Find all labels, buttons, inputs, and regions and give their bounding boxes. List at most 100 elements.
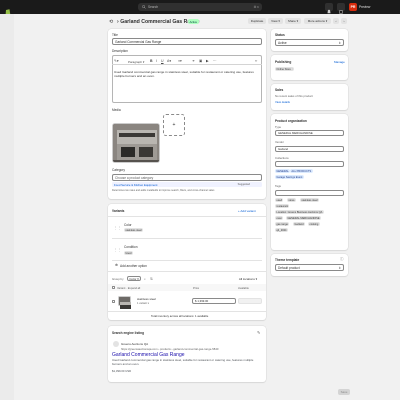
magic-icon[interactable]: ✎▾ [114, 59, 119, 63]
title-arrow-icon: › [117, 19, 119, 25]
status-value: Active [278, 40, 287, 45]
tag-chip[interactable]: Garland [293, 222, 306, 227]
share-label: Share [287, 19, 296, 23]
tag-chip[interactable]: cooking [308, 222, 320, 227]
media-label: Media [112, 108, 121, 112]
category-suggestion[interactable]: Food Service & Kitchen Equipment Suggest… [112, 182, 262, 187]
variants-divider [108, 216, 266, 217]
all-locations-select[interactable]: All locations ▾ [234, 276, 262, 281]
group-by-select[interactable]: Color ▾ [127, 276, 141, 281]
tags-field[interactable] [275, 190, 344, 196]
category-select[interactable]: Choose a product category [112, 174, 262, 181]
suggested-badge: Suggested [237, 182, 250, 186]
shopify-logo-icon[interactable] [4, 3, 12, 15]
group-by-value: Color [129, 276, 137, 281]
vendor-field[interactable]: Garland [275, 146, 344, 152]
info-icon[interactable]: ⓘ [340, 257, 344, 262]
theme-template-select[interactable]: Default product ⇕ [275, 264, 344, 271]
tag-chip[interactable]: q4_2024 [275, 228, 288, 233]
tag-chip[interactable]: stove [287, 198, 296, 203]
image-icon[interactable]: ▣ [199, 59, 202, 63]
search-input[interactable]: Search ⌘ K [138, 3, 262, 11]
status-select[interactable]: Active ⇕ [275, 39, 344, 46]
channel-chip: Online Store ◌ [275, 67, 295, 72]
select-all-checkbox[interactable] [112, 286, 115, 289]
search-icon[interactable]: ⌕ [144, 277, 146, 281]
variant-name[interactable]: stainless steel [137, 297, 156, 301]
title-label: Title [112, 33, 118, 37]
filter-icon[interactable]: ⇅ [150, 277, 153, 281]
duplicate-button[interactable]: Duplicate [248, 18, 266, 24]
available-column-header: Available [238, 286, 249, 290]
more-icon[interactable]: ⋯ [213, 59, 217, 63]
link-icon[interactable]: ⚭ [192, 59, 195, 63]
manage-publishing-button[interactable]: Manage [334, 60, 345, 64]
drag-handle-icon[interactable]: ⋮⋮ [114, 226, 121, 230]
seo-price: $1,399.00 USD [112, 369, 132, 373]
next-product-button[interactable]: › [341, 18, 347, 24]
variant-thumbnail [118, 296, 131, 309]
view-details-link[interactable]: View details [275, 100, 290, 104]
price-column-header: Price [193, 286, 200, 290]
previous-product-button[interactable]: ‹ [333, 18, 339, 24]
chevron-down-icon: ▾ [325, 19, 328, 23]
available-field [238, 298, 262, 304]
chevron-up-icon: ‹ [335, 19, 337, 23]
align-icon[interactable]: ≡▾ [178, 59, 182, 63]
row-checkbox[interactable] [112, 300, 115, 303]
chevron-down-icon: › [343, 19, 345, 23]
drag-handle-icon[interactable]: ⋮⋮ [114, 248, 121, 252]
collection-chip[interactable]: ALL PRODUCTS [290, 169, 313, 174]
variant-column-header[interactable]: Variant · Expand all [117, 287, 140, 290]
variant-count[interactable]: 1 variant ▾ [137, 302, 149, 305]
seo-label: Search engine listing [112, 331, 145, 335]
title-field[interactable]: Garland Commercial Gas Range [112, 38, 262, 45]
collection-chip[interactable]: Garage Savings Event [275, 175, 304, 180]
variants-divider [108, 311, 266, 312]
theme-template-label: Theme template [275, 258, 300, 262]
more-actions-button[interactable]: More actions ▾ [304, 18, 331, 24]
share-button[interactable]: Share ▾ [285, 18, 301, 24]
italic-icon[interactable]: I [156, 59, 157, 63]
add-option-button[interactable]: Add another option [120, 264, 147, 268]
group-by-label: Group by [112, 277, 124, 281]
text-color-icon[interactable]: A▾ [167, 59, 171, 63]
variant-count-text: 1 variant [137, 302, 147, 305]
product-image[interactable] [112, 123, 160, 163]
collections-field[interactable] [275, 161, 344, 167]
chevron-down-icon: ▾ [137, 276, 139, 281]
video-icon[interactable]: ▶ [206, 59, 209, 63]
save-button[interactable]: Save [338, 389, 350, 395]
format-select[interactable]: Paragraph ▾ [128, 60, 144, 64]
option-divider [112, 260, 262, 261]
edit-icon[interactable]: ✎ [257, 330, 260, 335]
avatar[interactable]: PR [349, 3, 357, 11]
category-label: Category [112, 168, 125, 172]
publishing-label: Publishing [275, 60, 292, 64]
bold-icon[interactable]: B [150, 59, 153, 63]
tag-chip[interactable]: gas range [275, 222, 290, 227]
add-variant-button[interactable]: + Add variant [238, 209, 256, 213]
underline-icon[interactable]: U [161, 59, 164, 63]
tag-chip[interactable]: Location: Greens Business Auctions QA [275, 210, 324, 215]
tag-chip[interactable]: stainless steel [300, 198, 320, 203]
tag-chip[interactable]: GENERAL MERCHANDISE [286, 216, 321, 221]
code-icon[interactable]: ‹› [255, 59, 257, 63]
price-field[interactable]: $ 1,399.00 [192, 298, 236, 304]
collection-chip[interactable]: GENERAL [275, 169, 291, 174]
collections-label: Collections [275, 156, 289, 160]
view-button[interactable]: View ▾ [268, 18, 283, 24]
variants-label: Variants [112, 209, 125, 213]
store-name[interactable]: Preview [359, 5, 370, 9]
add-media-button[interactable]: + [163, 114, 185, 136]
notifications-icon[interactable] [337, 3, 345, 14]
chevron-down-icon: ⇕ [338, 40, 341, 45]
vendor-label: Vendor [275, 140, 284, 144]
description-label: Description [112, 49, 128, 53]
type-field[interactable]: GENERAL MERCHANDISE [275, 130, 344, 136]
product-tag-icon[interactable]: ⟲ [109, 19, 113, 25]
search-shortcut: ⌘ K [253, 4, 259, 9]
tag-chip[interactable]: restaurant [275, 204, 290, 209]
bell-icon[interactable] [325, 3, 333, 14]
variants-divider [108, 271, 266, 272]
